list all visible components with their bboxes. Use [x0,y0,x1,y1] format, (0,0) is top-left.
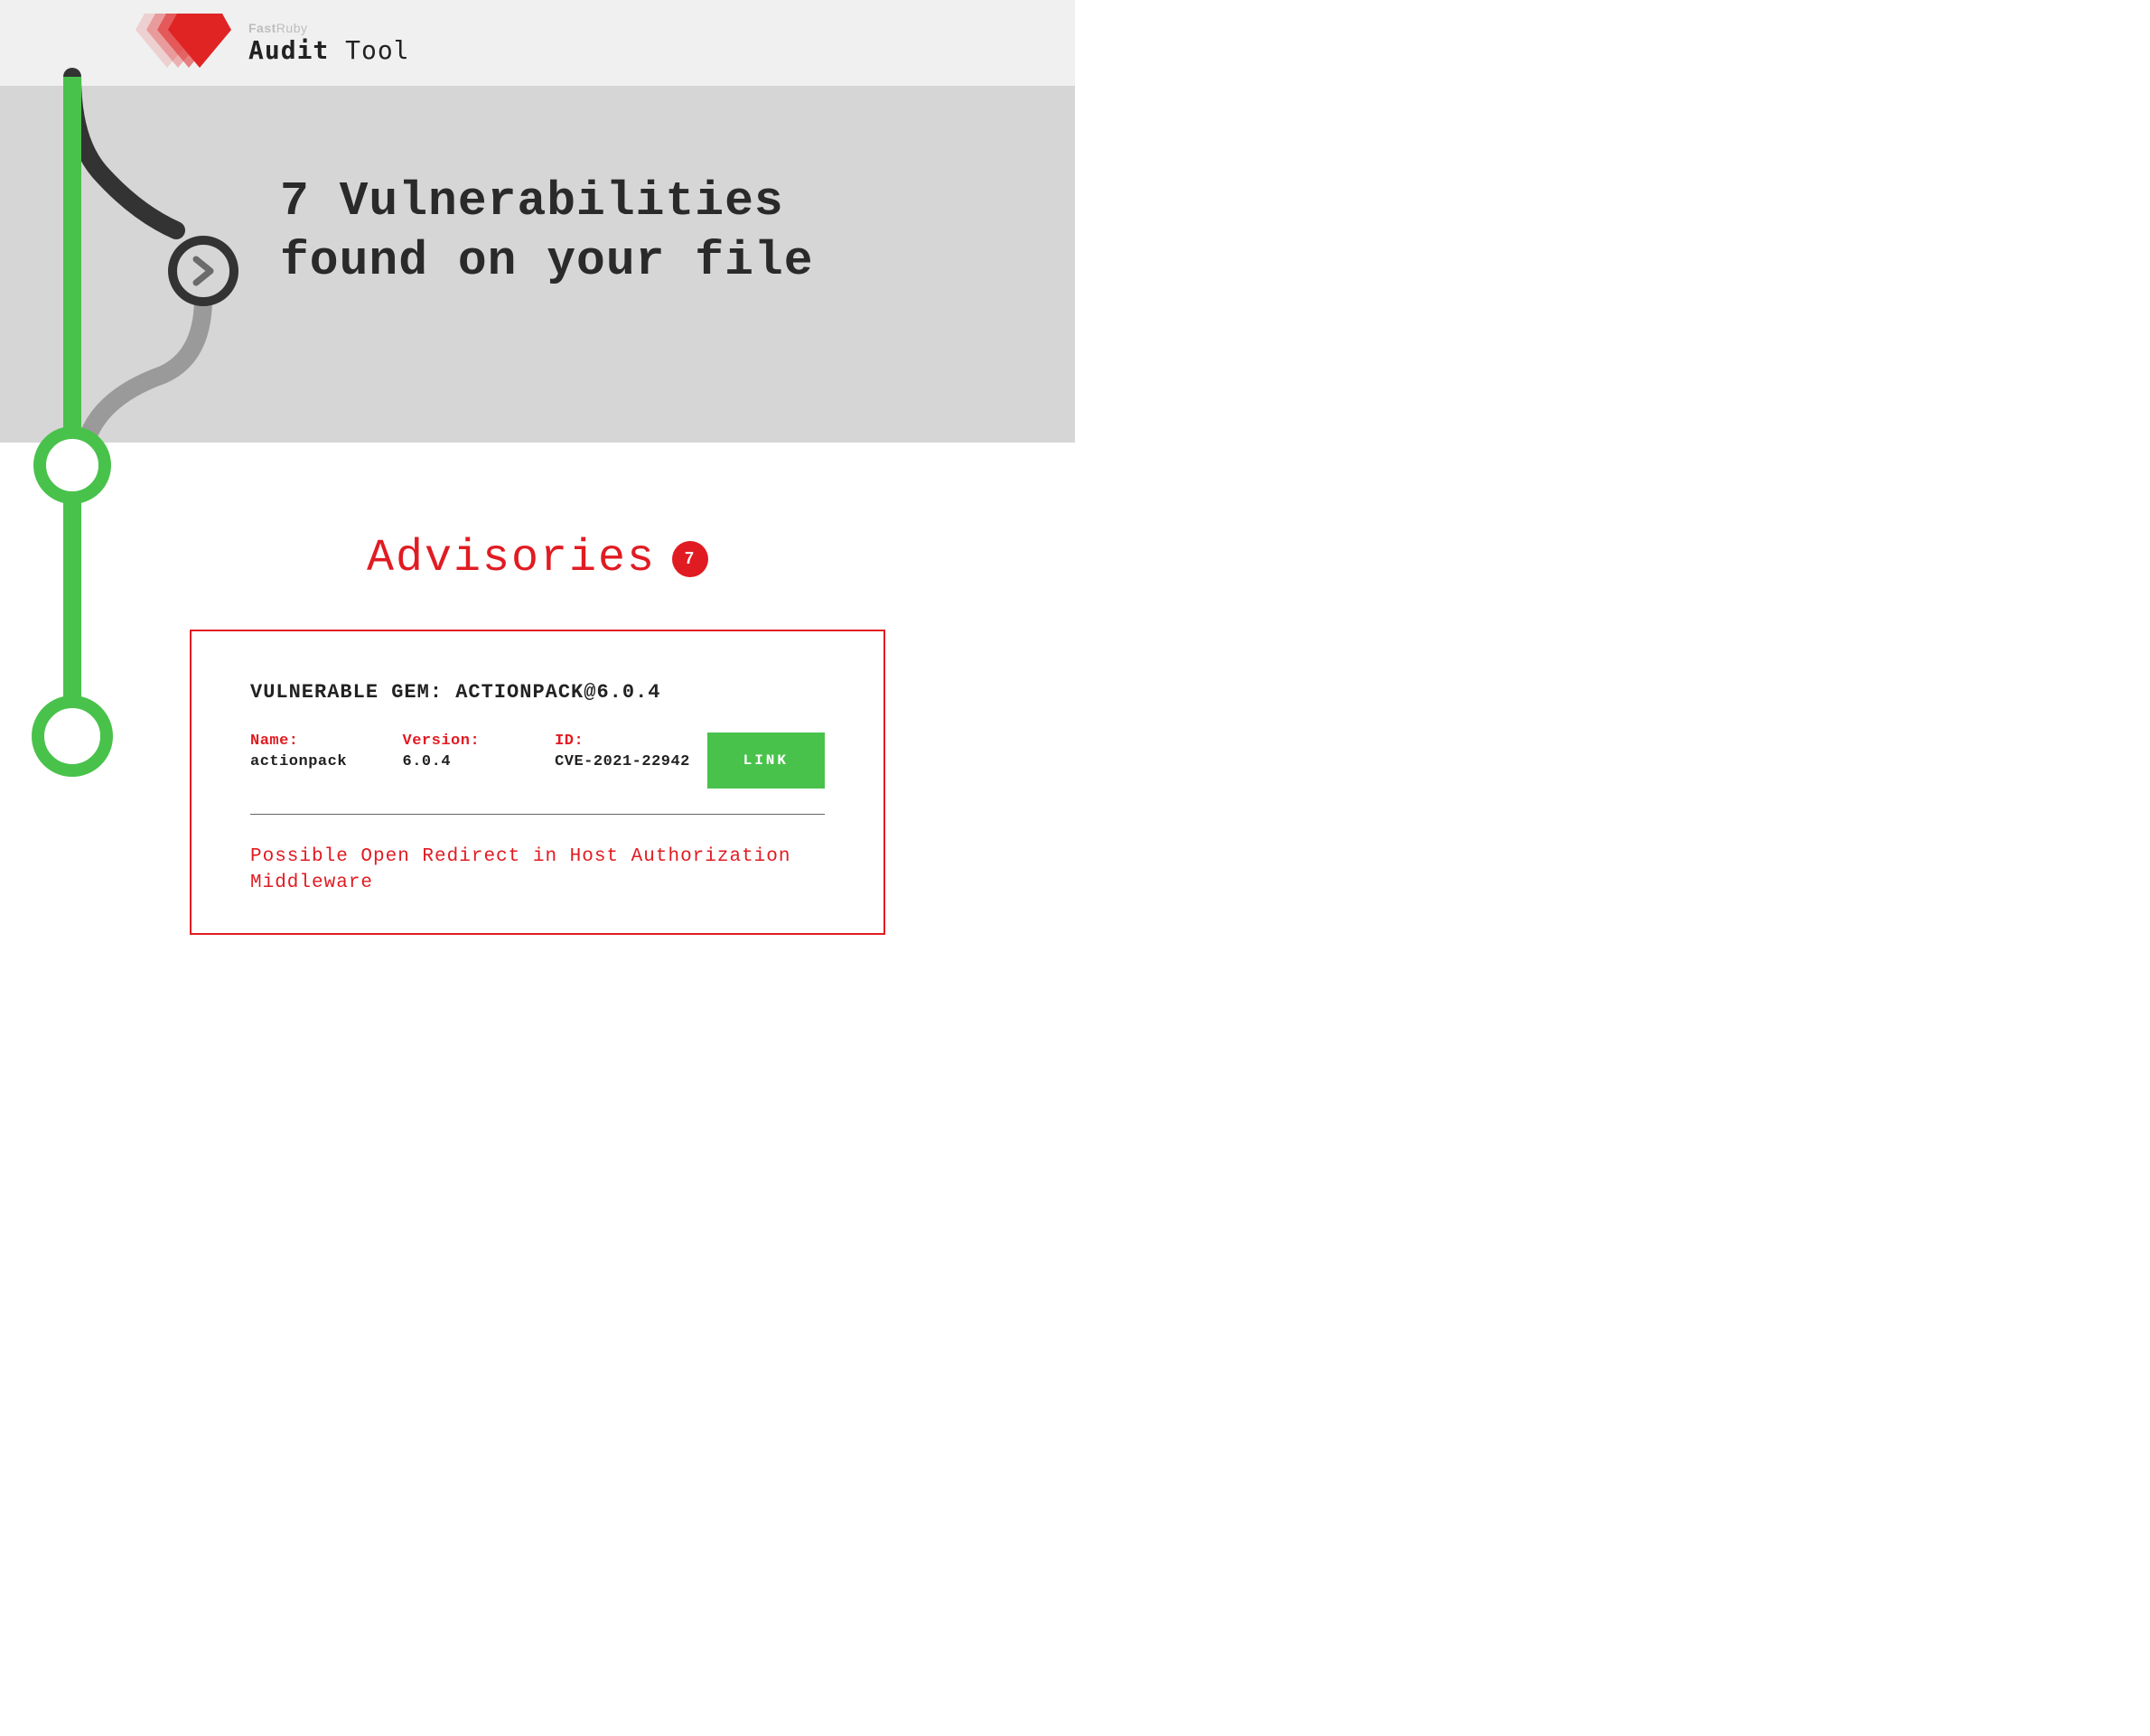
meta-name-value: actionpack [250,753,394,770]
brand-name: Audit Tool [248,35,410,65]
header: FastRuby Audit Tool [0,0,1075,86]
hero: 7 Vulnerabilities found on your file [0,86,1075,443]
advisories-heading: Advisories 7 [367,533,708,584]
meta-id-value: CVE-2021-22942 [555,753,698,770]
meta-version-value: 6.0.4 [403,753,547,770]
meta-version-label: Version: [403,733,547,750]
advisory-description: Possible Open Redirect in Host Authoriza… [250,844,825,897]
logo-text: FastRuby Audit Tool [248,21,410,65]
meta-name-label: Name: [250,733,394,750]
meta-id: ID: CVE-2021-22942 [555,733,698,770]
advisories-section: Advisories 7 VULNERABLE GEM: ACTIONPACK@… [0,443,1075,935]
advisory-meta-row: Name: actionpack Version: 6.0.4 ID: CVE-… [250,733,825,815]
meta-name: Name: actionpack [250,733,394,770]
advisories-title-text: Advisories [367,533,656,584]
hero-heading: 7 Vulnerabilities found on your file [280,172,814,292]
advisory-card-title: VULNERABLE GEM: ACTIONPACK@6.0.4 [250,681,825,704]
ruby-gem-icon [136,14,235,72]
advisories-count-badge: 7 [672,541,708,577]
meta-version: Version: 6.0.4 [403,733,547,770]
meta-id-label: ID: [555,733,698,750]
logo[interactable]: FastRuby Audit Tool [136,14,410,72]
advisory-card: VULNERABLE GEM: ACTIONPACK@6.0.4 Name: a… [190,630,885,935]
advisory-link-button[interactable]: LINK [707,733,825,789]
brand-tagline: FastRuby [248,21,410,35]
